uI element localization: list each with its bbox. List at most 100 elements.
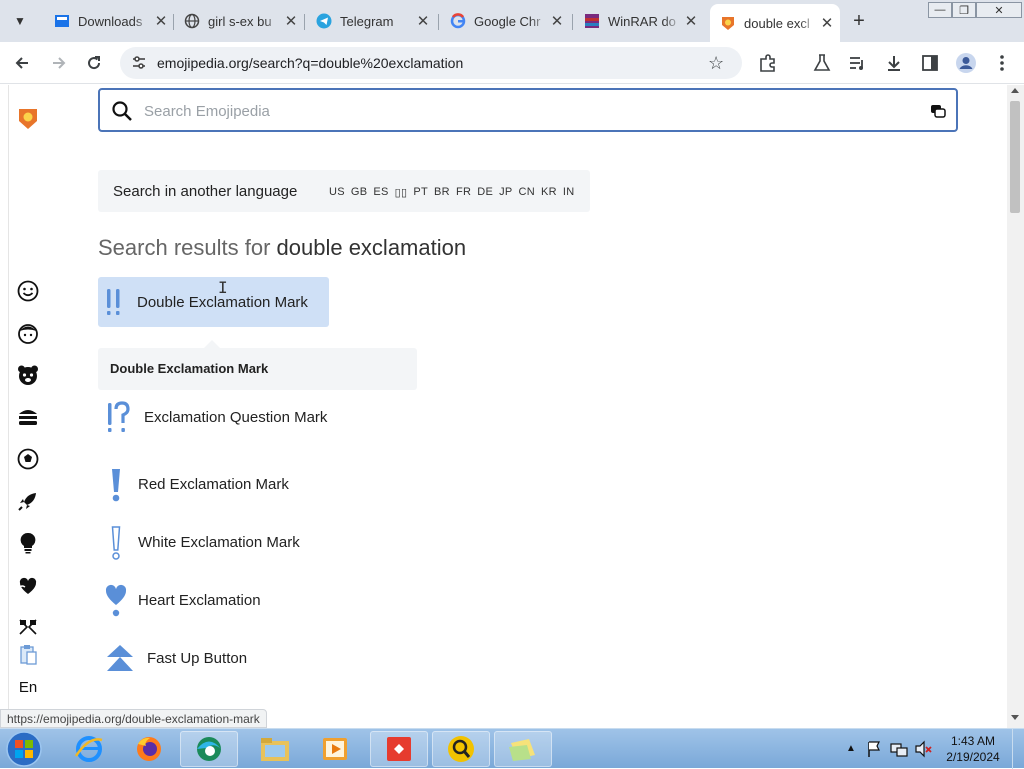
action-center-flag-icon[interactable] xyxy=(866,740,882,763)
site-settings-icon[interactable] xyxy=(130,54,148,72)
taskbar-anydesk[interactable] xyxy=(370,731,428,767)
telegram-favicon xyxy=(316,13,332,29)
lang-code-pt[interactable]: PT xyxy=(413,186,428,199)
menu-kebab-icon[interactable] xyxy=(990,51,1014,75)
search-input[interactable] xyxy=(144,100,904,122)
result-title: Fast Up Button xyxy=(147,650,248,667)
lang-code-es[interactable]: ES xyxy=(373,186,388,199)
lang-code-br[interactable]: BR xyxy=(434,186,450,199)
tab-girl-sex[interactable]: girl s-ex bu ✕ xyxy=(174,6,304,36)
forward-arrow-icon[interactable] xyxy=(47,51,71,75)
tab-double-exclamation[interactable]: double excl ✕ xyxy=(710,4,840,42)
animals-icon[interactable] xyxy=(16,363,40,387)
extensions-puzzle-icon[interactable] xyxy=(756,51,780,75)
objects-icon[interactable] xyxy=(16,531,40,555)
show-hidden-icons-chevron-icon[interactable]: ▲ xyxy=(846,743,856,754)
lang-code-unrendered[interactable]: ▯▯ xyxy=(395,186,408,199)
taskbar-file-explorer[interactable] xyxy=(246,731,304,767)
toggle-dark-mode-icon[interactable] xyxy=(929,102,947,120)
lang-code-gb[interactable]: GB xyxy=(351,186,368,199)
smileys-icon[interactable] xyxy=(16,279,40,303)
firefox-icon xyxy=(137,737,161,761)
lang-code-de[interactable]: DE xyxy=(477,186,493,199)
clock-time: 1:43 AM xyxy=(950,734,996,748)
lang-code-jp[interactable]: JP xyxy=(499,186,512,199)
results-heading: Search results for double exclamation xyxy=(98,235,466,261)
tab-title: double excl xyxy=(744,15,810,31)
tab-downloads[interactable]: Downloads ✕ xyxy=(44,6,174,36)
show-desktop-button[interactable] xyxy=(1012,729,1024,769)
back-arrow-icon[interactable] xyxy=(10,51,34,75)
tab-winrar[interactable]: WinRAR do ✕ xyxy=(574,6,704,36)
start-button[interactable] xyxy=(4,730,44,768)
activities-icon[interactable] xyxy=(16,447,40,471)
lang-code-in[interactable]: IN xyxy=(563,186,575,199)
close-tab-icon[interactable]: ✕ xyxy=(414,12,432,30)
close-tab-icon[interactable]: ✕ xyxy=(282,12,300,30)
taskbar-media-player[interactable] xyxy=(306,731,364,767)
minimize-window-icon[interactable]: — xyxy=(928,2,952,18)
emoji-search-box[interactable] xyxy=(98,88,958,132)
profile-avatar-icon[interactable] xyxy=(954,51,978,75)
network-icon[interactable] xyxy=(890,740,908,763)
language-switch[interactable]: En xyxy=(16,675,40,699)
food-icon[interactable] xyxy=(16,405,40,429)
search-icon xyxy=(111,100,133,122)
tab-google-chrome[interactable]: Google Chr ✕ xyxy=(440,6,570,36)
reload-icon[interactable] xyxy=(82,51,106,75)
scroll-down-arrow-icon[interactable] xyxy=(1011,715,1019,720)
close-window-icon[interactable]: ✕ xyxy=(976,2,1022,18)
download-icon[interactable] xyxy=(882,51,906,75)
side-panel-icon[interactable] xyxy=(918,51,942,75)
scrollbar-thumb[interactable] xyxy=(1010,101,1020,213)
close-tab-icon[interactable]: ✕ xyxy=(682,12,700,30)
red-exclamation-emoji-icon xyxy=(98,465,134,505)
result-red-exclamation-mark[interactable]: Red Exclamation Mark xyxy=(98,465,498,505)
result-fast-up-button[interactable]: Fast Up Button xyxy=(98,639,498,679)
emojipedia-logo-icon[interactable] xyxy=(16,107,40,131)
symbols-icon[interactable] xyxy=(16,573,40,597)
restore-window-icon[interactable]: ❐ xyxy=(952,2,976,18)
scroll-up-arrow-icon[interactable] xyxy=(1011,88,1019,93)
taskbar-search-app[interactable] xyxy=(432,731,490,767)
taskbar-chrome[interactable] xyxy=(180,731,238,767)
tab-telegram[interactable]: Telegram ✕ xyxy=(306,6,436,36)
tab-separator xyxy=(438,14,439,30)
heart-exclamation-emoji-icon xyxy=(98,581,134,621)
lang-code-cn[interactable]: CN xyxy=(519,186,536,199)
taskbar-sticky-notes[interactable] xyxy=(494,731,552,767)
lang-code-kr[interactable]: KR xyxy=(541,186,557,199)
lang-code-us[interactable]: US xyxy=(329,186,345,199)
people-icon[interactable] xyxy=(16,321,40,345)
clock-date: 2/19/2024 xyxy=(946,750,1000,764)
tooltip-title: Double Exclamation Mark xyxy=(110,361,269,376)
address-bar[interactable]: emojipedia.org/search?q=double%20exclama… xyxy=(120,47,742,79)
travel-icon[interactable] xyxy=(16,489,40,513)
lang-code-fr[interactable]: FR xyxy=(456,186,471,199)
close-tab-icon[interactable]: ✕ xyxy=(152,12,170,30)
emoji-preview-tooltip: Double Exclamation Mark xyxy=(98,340,417,390)
flags-icon[interactable] xyxy=(16,615,40,639)
close-tab-icon[interactable]: ✕ xyxy=(818,14,836,32)
close-tab-icon[interactable]: ✕ xyxy=(548,12,566,30)
result-double-exclamation-mark[interactable]: Double Exclamation Mark xyxy=(98,277,329,327)
result-title: White Exclamation Mark xyxy=(138,534,300,551)
sidebar-rail xyxy=(8,85,9,728)
google-favicon xyxy=(450,13,466,29)
tab-search-chevron-icon[interactable]: ▼ xyxy=(10,11,30,31)
labs-flask-icon[interactable] xyxy=(810,51,834,75)
result-white-exclamation-mark[interactable]: White Exclamation Mark xyxy=(98,523,498,563)
bookmark-star-icon[interactable]: ☆ xyxy=(708,53,728,73)
new-tab-plus-icon[interactable]: + xyxy=(848,10,870,32)
tab-title: girl s-ex bu xyxy=(208,13,272,29)
result-heart-exclamation[interactable]: Heart Exclamation xyxy=(98,581,498,621)
page-scrollbar[interactable] xyxy=(1007,85,1024,728)
media-playlist-icon[interactable] xyxy=(845,51,869,75)
clipboard-icon[interactable] xyxy=(16,643,40,667)
taskbar-firefox[interactable] xyxy=(120,731,178,767)
taskbar-internet-explorer[interactable] xyxy=(60,731,118,767)
volume-muted-icon[interactable] xyxy=(914,740,932,763)
exclamation-question-emoji-icon xyxy=(100,398,136,438)
result-exclamation-question-mark[interactable]: Exclamation Question Mark xyxy=(98,398,498,438)
taskbar-clock[interactable]: 1:43 AM 2/19/2024 xyxy=(944,733,1002,765)
